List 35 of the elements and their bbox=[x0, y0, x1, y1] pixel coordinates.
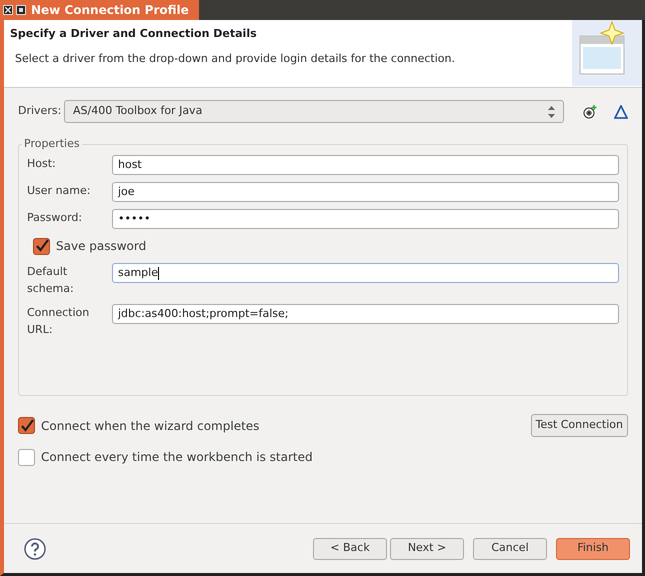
triangle-icon[interactable] bbox=[614, 104, 628, 118]
dialog-button[interactable]: Next > bbox=[390, 538, 464, 560]
spinner-arrows-icon bbox=[548, 106, 555, 118]
checkbox-label: Connect when the wizard completes bbox=[41, 418, 260, 434]
new-driver-icon[interactable] bbox=[582, 104, 598, 120]
checkbox[interactable] bbox=[18, 448, 35, 466]
checkbox-label: Connect every time the workbench is started bbox=[41, 449, 313, 466]
group-title: Properties bbox=[22, 138, 82, 150]
text-field[interactable]: sample bbox=[112, 263, 619, 283]
text-field[interactable]: joe bbox=[112, 182, 619, 202]
window-title: New Connection Profile bbox=[31, 2, 189, 19]
checkbox-label: Save password bbox=[56, 238, 146, 255]
header-title: Specify a Driver and Connection Details bbox=[10, 26, 258, 42]
check-icon bbox=[34, 239, 48, 253]
text-field[interactable]: jdbc:as400:host;prompt=false; bbox=[112, 304, 619, 324]
field-label: Password: bbox=[27, 210, 84, 226]
header-description: Select a driver from the drop-down and provide login details for the connection. bbox=[14, 50, 455, 66]
text-field[interactable]: ••••• bbox=[112, 209, 619, 229]
dialog-button[interactable]: Cancel bbox=[473, 538, 547, 560]
maximize-icon[interactable] bbox=[16, 5, 26, 15]
field-label: Default schema: bbox=[27, 264, 75, 296]
checkbox[interactable] bbox=[18, 417, 35, 434]
field-label: Host: bbox=[27, 156, 57, 172]
check-icon bbox=[20, 418, 34, 432]
field-label: User name: bbox=[27, 183, 92, 199]
checkbox[interactable] bbox=[33, 238, 50, 254]
dialog-button[interactable]: Finish bbox=[556, 538, 630, 560]
text-field[interactable]: host bbox=[112, 155, 619, 175]
dialog-button[interactable]: < Back bbox=[313, 538, 387, 560]
help-icon[interactable] bbox=[24, 538, 46, 560]
field-label: Connection URL: bbox=[27, 305, 90, 338]
close-icon[interactable] bbox=[3, 5, 13, 15]
drivers-label: Drivers: bbox=[18, 103, 60, 120]
drivers-dropdown[interactable]: AS/400 Toolbox for Java bbox=[64, 100, 564, 123]
test-connection-button[interactable]: Test Connection bbox=[530, 414, 628, 437]
